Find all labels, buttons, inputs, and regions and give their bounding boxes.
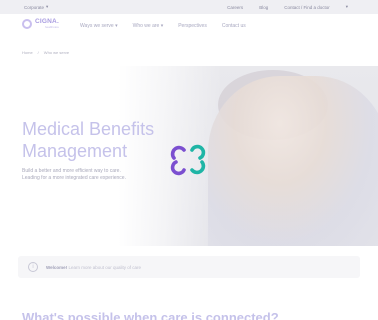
nav-item-who-we-are[interactable]: Who we are ▾ <box>133 23 164 29</box>
notice-text[interactable]: Learn more about our quality of care <box>68 265 141 270</box>
loading-spinner-icon <box>170 144 206 176</box>
breadcrumb-home[interactable]: Home <box>22 50 33 55</box>
region-selector[interactable]: Corporate ▾ <box>24 4 48 10</box>
breadcrumb: Home / Who we serve <box>22 50 69 55</box>
nav-item-contact[interactable]: Contact us <box>222 23 246 29</box>
info-icon: i <box>28 262 38 272</box>
section-heading: What's possible when care is connected? <box>22 310 279 320</box>
utility-link-contact[interactable]: Contact / Find a doctor <box>284 5 330 10</box>
nav-item-ways-we-serve[interactable]: Ways we serve ▾ <box>80 23 118 29</box>
logo-sub: healthcare <box>44 24 59 29</box>
region-label: Corporate <box>24 4 45 10</box>
chevron-down-icon: ▾ <box>46 4 49 9</box>
logo-mark-icon <box>22 19 32 29</box>
page-title: Medical Benefits Management <box>22 119 155 161</box>
utility-bar: Corporate ▾ Careers Blog Contact / Find … <box>0 0 378 14</box>
chevron-down-icon: ▾ <box>345 4 348 9</box>
notice-banner: i Welcome! Learn more about our quality … <box>18 256 360 278</box>
utility-links: Careers Blog Contact / Find a doctor ▾ <box>227 4 348 10</box>
logo[interactable]: CIGNA. healthcare <box>22 19 59 29</box>
utility-link-blog[interactable]: Blog <box>259 5 268 10</box>
breadcrumb-current: Who we serve <box>43 50 70 55</box>
utility-link-careers[interactable]: Careers <box>227 5 243 10</box>
hero-description: Build a better and more efficient way to… <box>22 168 126 181</box>
notice-bold: Welcome! <box>46 265 68 270</box>
nav-item-perspectives[interactable]: Perspectives <box>178 23 207 29</box>
breadcrumb-separator: / <box>37 50 39 55</box>
main-nav: CIGNA. healthcare Ways we serve ▾ Who we… <box>0 14 378 38</box>
